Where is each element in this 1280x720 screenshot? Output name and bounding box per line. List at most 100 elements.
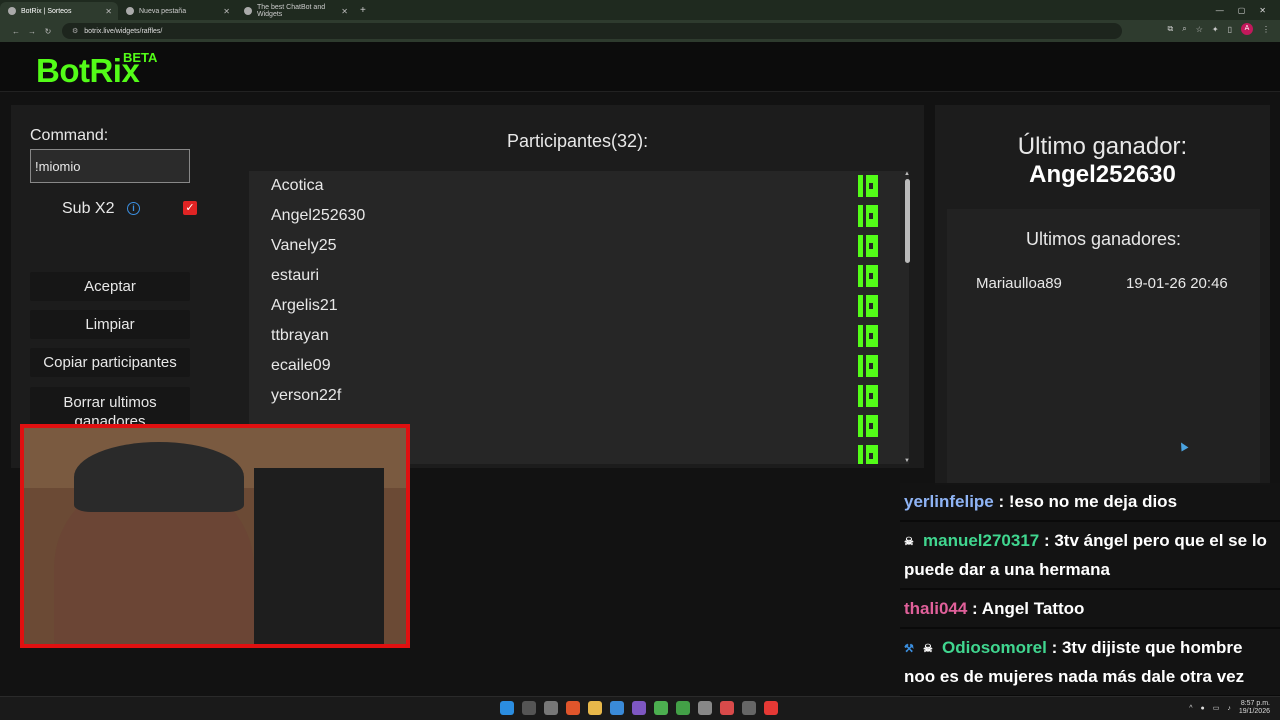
chat-overlay: yerlinfelipe : !eso no me deja dios ☠ man… xyxy=(900,483,1280,697)
mic-icon[interactable]: ● xyxy=(1200,705,1204,712)
tray-chevron-icon[interactable]: ^ xyxy=(1189,705,1192,712)
scroll-thumb[interactable] xyxy=(905,179,910,263)
sub-x2-checkbox[interactable]: ✓ xyxy=(183,201,197,215)
kick-icon xyxy=(858,415,878,437)
close-tab-icon[interactable]: ✕ xyxy=(341,7,348,16)
menu-icon[interactable]: ⋮ xyxy=(1262,25,1270,34)
chrome-icon[interactable] xyxy=(654,701,668,715)
copy-participants-button[interactable]: Copiar participantes xyxy=(30,348,190,377)
search-icon[interactable] xyxy=(522,701,536,715)
chrome-favicon-icon xyxy=(126,7,134,15)
tab-botrix-sorteos[interactable]: BotRix | Sorteos ✕ xyxy=(0,2,118,20)
botrix-favicon-icon xyxy=(8,7,16,15)
chat-message: ☠ manuel270317 : 3tv ángel pero que el se… xyxy=(900,522,1280,590)
kick-icon xyxy=(858,235,878,257)
command-label: Command: xyxy=(30,127,109,144)
accept-button[interactable]: Aceptar xyxy=(30,272,190,301)
participant-name: ecaile09 xyxy=(271,357,331,374)
kick-icon xyxy=(858,355,878,377)
site-info-icon[interactable]: ⚙ xyxy=(72,27,78,35)
steam-icon[interactable] xyxy=(742,701,756,715)
participant-name: ttbrayan xyxy=(271,327,329,344)
address-bar: ← → ↻ ⚙ botrix.live/widgets/raffles/ xyxy=(0,20,1280,42)
info-icon[interactable]: i xyxy=(127,202,140,215)
close-tab-icon[interactable]: ✕ xyxy=(223,7,230,16)
last-winner-label: Último ganador: xyxy=(1017,133,1188,160)
chat-username: thali044 xyxy=(904,599,968,618)
url-text: botrix.live/widgets/raffles/ xyxy=(84,27,163,35)
brave-icon[interactable] xyxy=(566,701,580,715)
minimize-icon[interactable]: — xyxy=(1216,6,1224,15)
chat-message: ⚒ ☠ Odiosomorel : 3tv dijiste que hombre n… xyxy=(900,629,1280,697)
browser-toolbar-right: ⧉ ⌕ ☆ ✦ ▯ A ⋮ xyxy=(1168,23,1270,35)
translate-icon[interactable]: ⧉ xyxy=(1168,24,1174,34)
bookmark-star-icon[interactable]: ☆ xyxy=(1196,25,1203,34)
app-icon[interactable] xyxy=(720,701,734,715)
winner-date: 19-01-26 20:46 xyxy=(1126,275,1228,292)
list-item: Argelis21 xyxy=(249,291,909,321)
system-tray: ^ ● ▭ ♪ 8:57 p.m. 19/1/2026 xyxy=(1189,700,1270,716)
store-icon[interactable] xyxy=(610,701,624,715)
browser-tab-bar: BotRix | Sorteos ✕ Nueva pestaña ✕ The b… xyxy=(0,0,1280,20)
webcam-chair xyxy=(254,468,384,644)
profile-avatar[interactable]: A xyxy=(1241,23,1253,35)
clock[interactable]: 8:57 p.m. 19/1/2026 xyxy=(1239,700,1270,716)
recent-winners-title: Ultimos ganadores: xyxy=(1025,229,1182,249)
participant-name: Argelis21 xyxy=(271,297,338,314)
pin-badge-icon: ⚒ xyxy=(904,642,914,655)
scroll-down-icon[interactable]: ▼ xyxy=(904,458,910,464)
list-item: ttbrayan xyxy=(249,321,909,351)
kick-icon xyxy=(858,385,878,407)
recent-winners-box: Ultimos ganadores: Mariaulloa89 19-01-26… xyxy=(947,209,1260,485)
tab-label: Nueva pestaña xyxy=(139,7,187,15)
sidebar-icon[interactable]: ▯ xyxy=(1228,25,1232,34)
scroll-up-icon[interactable]: ▲ xyxy=(904,171,910,177)
tab-best-chatbot[interactable]: The best ChatBot and Widgets ✕ xyxy=(236,2,354,20)
zoom-icon[interactable]: ⌕ xyxy=(1182,24,1186,34)
tiktok-icon[interactable] xyxy=(764,701,778,715)
participants-title: Participantes(32): xyxy=(507,131,649,151)
extensions-icon[interactable]: ✦ xyxy=(1212,25,1219,34)
app-icon[interactable] xyxy=(632,701,646,715)
participants-scrollbar[interactable]: ▲ ▼ xyxy=(904,171,911,464)
close-window-icon[interactable]: ✕ xyxy=(1259,6,1266,15)
clear-button[interactable]: Limpiar xyxy=(30,310,190,339)
window-controls: — ▢ ✕ xyxy=(1216,0,1280,20)
clock-time: 8:57 p.m. xyxy=(1240,700,1270,707)
tab-nueva-pestana[interactable]: Nueva pestaña ✕ xyxy=(118,2,236,20)
new-tab-button[interactable]: + xyxy=(360,5,366,16)
chrome-active-icon[interactable] xyxy=(676,701,690,715)
beta-label: BETA xyxy=(123,50,158,65)
raffle-panel: Command: Sub X2 i ✓ Aceptar Limpiar Copi… xyxy=(11,105,924,468)
list-item: Angel252630 xyxy=(249,201,909,231)
site-header: BotRix BETA xyxy=(0,42,1280,92)
chat-username: manuel270317 xyxy=(923,531,1040,550)
list-item: estauri xyxy=(249,261,909,291)
forward-icon[interactable]: → xyxy=(24,27,40,36)
command-input[interactable] xyxy=(30,149,190,183)
task-view-icon[interactable] xyxy=(544,701,558,715)
network-icon[interactable]: ▭ xyxy=(1213,704,1220,712)
folder-icon[interactable] xyxy=(588,701,602,715)
reload-icon[interactable]: ↻ xyxy=(40,27,56,36)
list-item: ecaile09 xyxy=(249,351,909,381)
close-tab-icon[interactable]: ✕ xyxy=(105,7,112,16)
list-item: yerson22f xyxy=(249,381,909,411)
kick-icon xyxy=(858,295,878,317)
start-icon[interactable] xyxy=(500,701,514,715)
tab-label: The best ChatBot and Widgets xyxy=(257,4,326,18)
app-icon[interactable] xyxy=(698,701,712,715)
chat-text: : !eso no me deja dios xyxy=(993,492,1178,511)
participant-name: Acotica xyxy=(271,177,324,194)
kick-icon xyxy=(858,265,878,287)
volume-icon[interactable]: ♪ xyxy=(1227,705,1231,712)
maximize-icon[interactable]: ▢ xyxy=(1238,6,1246,15)
chat-message: thali044 : Angel Tattoo xyxy=(900,590,1280,629)
chat-username: Odiosomorel xyxy=(942,638,1047,657)
chat-username: yerlinfelipe xyxy=(904,492,994,511)
back-icon[interactable]: ← xyxy=(8,27,24,36)
participants-list[interactable]: Acotica Angel252630 Vanely25 estauri Arg… xyxy=(249,171,909,464)
windows-taskbar: ^ ● ▭ ♪ 8:57 p.m. 19/1/2026 xyxy=(0,696,1280,720)
url-field[interactable]: ⚙ botrix.live/widgets/raffles/ xyxy=(62,23,1122,39)
taskbar-apps xyxy=(500,701,778,715)
